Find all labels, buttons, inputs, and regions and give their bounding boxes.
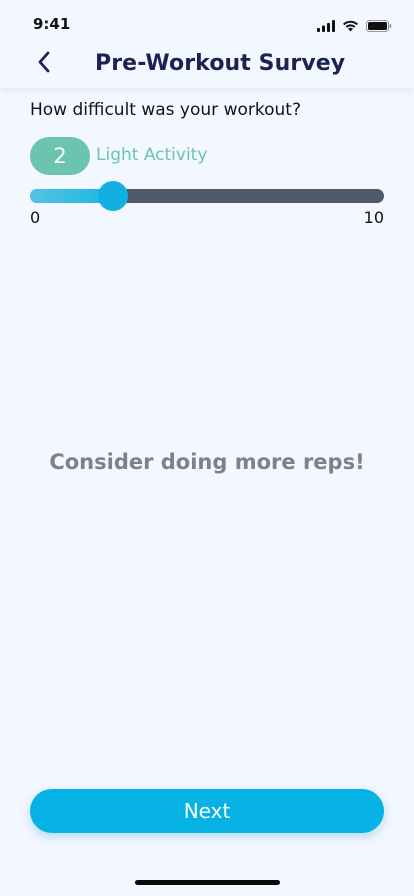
slider-min-label: 0 [30,208,41,227]
page-title: Pre-Workout Survey [95,51,346,76]
difficulty-slider[interactable] [30,181,384,211]
slider-max-label: 10 [363,208,384,227]
difficulty-value-badge: 2 [30,137,90,175]
feedback-message: Consider doing more reps! [49,450,365,474]
chevron-left-icon [37,51,51,77]
difficulty-value-label: Light Activity [96,145,208,165]
cellular-signal-icon [317,17,335,36]
battery-icon [366,17,392,36]
status-icons [317,17,392,36]
survey-question: How difficult was your workout? [30,100,301,120]
status-time: 9:41 [33,15,71,33]
home-indicator [135,880,280,885]
wifi-icon [342,17,359,36]
slider-thumb[interactable] [98,181,129,211]
next-button[interactable]: Next [30,789,384,833]
header: Pre-Workout Survey [0,40,414,88]
back-button[interactable] [30,50,58,78]
